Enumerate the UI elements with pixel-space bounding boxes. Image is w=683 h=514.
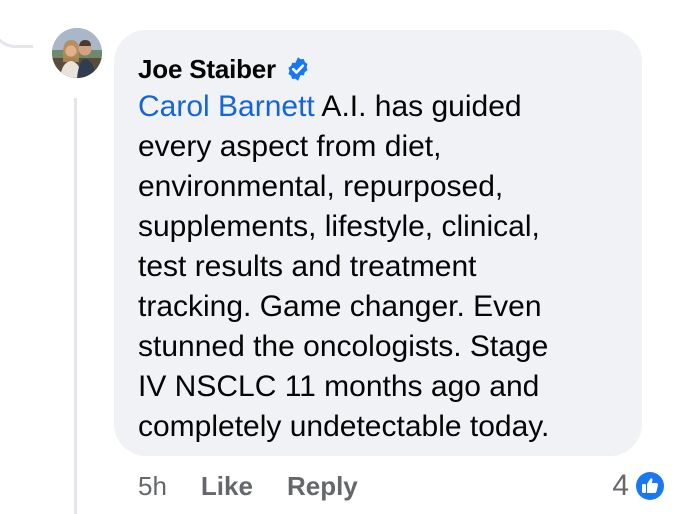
comment-line: environmental, repurposed, <box>138 170 504 203</box>
like-button[interactable]: Like <box>201 471 253 502</box>
comment-line: IV NSCLC 11 months ago and <box>138 370 540 403</box>
comment-line: test results and treatment <box>138 250 477 283</box>
comment-container: Joe Staiber Carol Barnett A.I. has guide… <box>0 0 683 514</box>
comment-body: Carol Barnett A.I. has guided every aspe… <box>138 87 634 447</box>
reaction-count: 4 <box>612 469 629 502</box>
comment-author-row: Joe Staiber <box>138 52 311 86</box>
comment-line: completely undetectable today. <box>138 410 550 443</box>
avatar[interactable] <box>52 28 102 78</box>
author-name[interactable]: Joe Staiber <box>138 54 276 85</box>
comment-line: supplements, lifestyle, clinical, <box>138 210 540 243</box>
reply-button[interactable]: Reply <box>287 471 358 502</box>
comment-timestamp[interactable]: 5h <box>138 471 167 502</box>
comment-line-text: A.I. has guided <box>314 90 522 123</box>
verified-badge-icon <box>288 57 308 81</box>
comment-line: tracking. Game changer. Even <box>138 290 542 323</box>
comment-line: stunned the oncologists. Stage <box>138 330 549 363</box>
reaction-summary[interactable]: 4 <box>612 466 667 506</box>
like-thumbs-up-icon <box>634 470 666 502</box>
mention-link[interactable]: Carol Barnett <box>138 90 315 123</box>
comment-line: Carol Barnett A.I. has guided <box>138 87 634 127</box>
thread-connector-curve <box>0 0 33 48</box>
comment-line: every aspect from diet, <box>138 130 442 163</box>
avatar-photo-icon <box>52 28 102 78</box>
comment-actions: 5h Like Reply <box>138 470 358 502</box>
thread-connector-line <box>74 98 77 514</box>
